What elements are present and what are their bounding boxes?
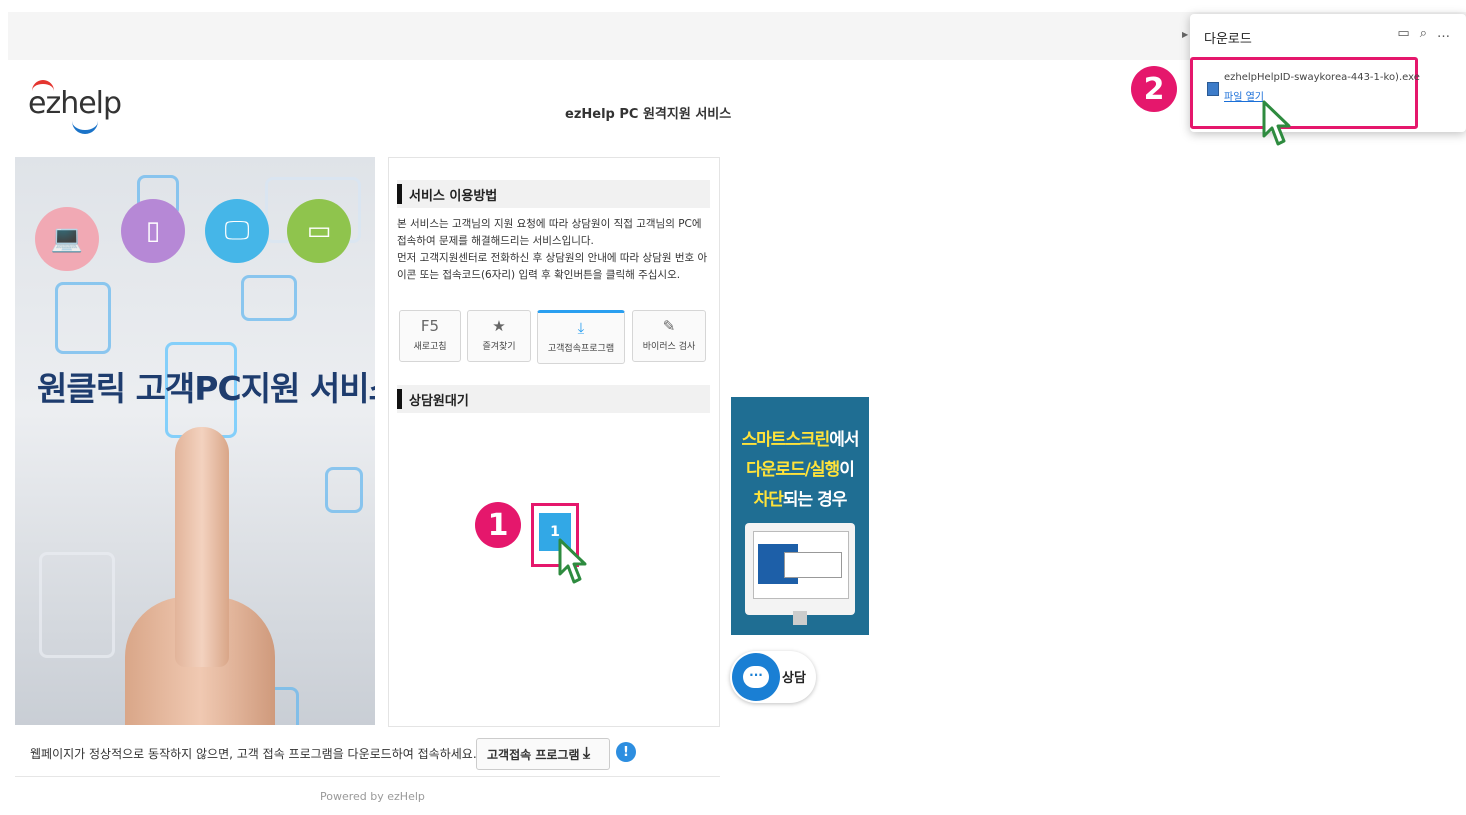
client-program-button[interactable]: ⤓ 고객접속프로그램 — [537, 310, 625, 364]
monitor-illustration — [745, 523, 855, 625]
deco-square — [325, 467, 363, 513]
folder-icon[interactable]: ▭ — [1397, 26, 1419, 41]
usage-description-2: 먼저 고객지원센터로 전화하신 후 상담원의 안내에 따라 상담원 번호 아이콘… — [397, 252, 708, 281]
section-marker — [397, 389, 402, 409]
banner-line-2-rest: 이 — [839, 460, 855, 480]
banner-line-2: 다운로드/실행이 — [731, 455, 869, 480]
usage-heading: 서비스 이용방법 — [409, 189, 498, 204]
step-2-badge: 2 — [1131, 66, 1177, 112]
star-icon: ★ — [492, 317, 506, 335]
monitor-icon: 🖵 — [205, 199, 269, 263]
bookmark-button[interactable]: ★ 즐겨찾기 — [467, 310, 531, 362]
monitor-screen — [753, 531, 849, 599]
refresh-button[interactable]: F5 새로고침 — [399, 310, 461, 362]
chat-label: 상담 — [782, 671, 806, 686]
ezhelp-logo[interactable]: ezhelp — [28, 80, 138, 140]
banner-line-3: 차단되는 경우 — [731, 485, 869, 510]
chat-bubble-icon: ··· — [732, 653, 780, 701]
info-icon[interactable]: ! — [616, 742, 636, 762]
usage-description: 본 서비스는 고객님의 지원 요청에 따라 상담원이 직접 고객님의 PC에 접… — [397, 216, 712, 284]
footer-divider — [15, 776, 720, 777]
deco-square — [39, 552, 115, 658]
service-panel: 서비스 이용방법 본 서비스는 고객님의 지원 요청에 따라 상담원이 직접 고… — [388, 157, 720, 727]
deco-square — [241, 275, 297, 321]
more-icon[interactable]: … — [1437, 26, 1460, 41]
refresh-label: 새로고침 — [413, 342, 447, 352]
logo-smile-icon — [72, 120, 98, 134]
virus-scan-label: 바이러스 검사 — [642, 342, 696, 352]
hero-title: 원클릭 고객PC지원 서비스 — [37, 369, 375, 408]
banner-line-1-highlight: 스마트스크린 — [741, 430, 830, 450]
download-panel-tools: ▭⌕… — [1397, 26, 1460, 41]
client-download-button[interactable]: 고객접속 프로그램 ⤓ — [476, 738, 610, 770]
smartscreen-banner[interactable]: 스마트스크린에서 다운로드/실행이 차단되는 경우 — [731, 397, 869, 635]
banner-line-3-rest: 되는 경우 — [782, 490, 847, 510]
mouse-cursor-icon — [558, 538, 587, 584]
download-panel-title: 다운로드 — [1204, 32, 1252, 47]
download-file-name: ezhelpHelpID-swaykorea-443-1-ko).exe — [1224, 72, 1420, 83]
download-item[interactable]: ezhelpHelpID-swaykorea-443-1-ko).exe 파일 … — [1190, 57, 1420, 129]
hero-image: 💻 ▯ 🖵 ▭ 원클릭 고객PC지원 서비스 — [15, 157, 375, 725]
mobile-icon: ▯ — [121, 199, 185, 263]
open-file-link[interactable]: 파일 열기 — [1224, 88, 1264, 103]
site-title: ezHelp PC 원격지원 서비스 — [565, 107, 732, 122]
client-download-label: 고객접속 프로그램 — [487, 748, 580, 762]
step-1-badge: 1 — [475, 502, 521, 548]
deco-square — [55, 282, 111, 354]
vaccine-icon: ✎ — [662, 317, 676, 335]
banner-line-1: 스마트스크린에서 — [731, 425, 869, 450]
usage-section-header: 서비스 이용방법 — [397, 180, 710, 208]
logo-text: ezhelp — [28, 86, 122, 121]
monitor-stand — [793, 611, 807, 625]
client-program-label: 고객접속프로그램 — [547, 344, 615, 354]
section-marker — [397, 184, 402, 204]
waiting-heading: 상담원대기 — [409, 394, 469, 409]
waiting-section-header: 상담원대기 — [397, 385, 710, 413]
finger-image — [175, 427, 229, 667]
mouse-cursor-icon — [1262, 100, 1291, 146]
usage-description-1: 본 서비스는 고객님의 지원 요청에 따라 상담원이 직접 고객님의 PC에 접… — [397, 218, 702, 247]
download-icon: ⤓ — [583, 743, 591, 762]
refresh-icon: F5 — [420, 317, 440, 335]
exe-file-icon — [1207, 82, 1219, 96]
download-icon: ⤓ — [577, 319, 585, 337]
search-icon[interactable]: ⌕ — [1420, 26, 1437, 41]
chat-button[interactable]: ··· 상담 — [730, 651, 816, 703]
virus-scan-button[interactable]: ✎ 바이러스 검사 — [632, 310, 706, 362]
banner-line-1-rest: 에서 — [829, 430, 859, 450]
laptop-icon: 💻 — [35, 207, 99, 271]
bookmark-label: 즐겨찾기 — [482, 342, 516, 352]
banner-line-3-highlight: 차단 — [753, 490, 784, 510]
tablet-icon: ▭ — [287, 199, 351, 263]
chevron-left-icon: ▶ — [1182, 30, 1189, 39]
footer-note: 웹페이지가 정상적으로 동작하지 않으면, 고객 접속 프로그램을 다운로드하여… — [30, 747, 477, 761]
banner-line-2-highlight: 다운로드/실행 — [746, 460, 840, 480]
powered-by: Powered by ezHelp — [320, 790, 425, 803]
